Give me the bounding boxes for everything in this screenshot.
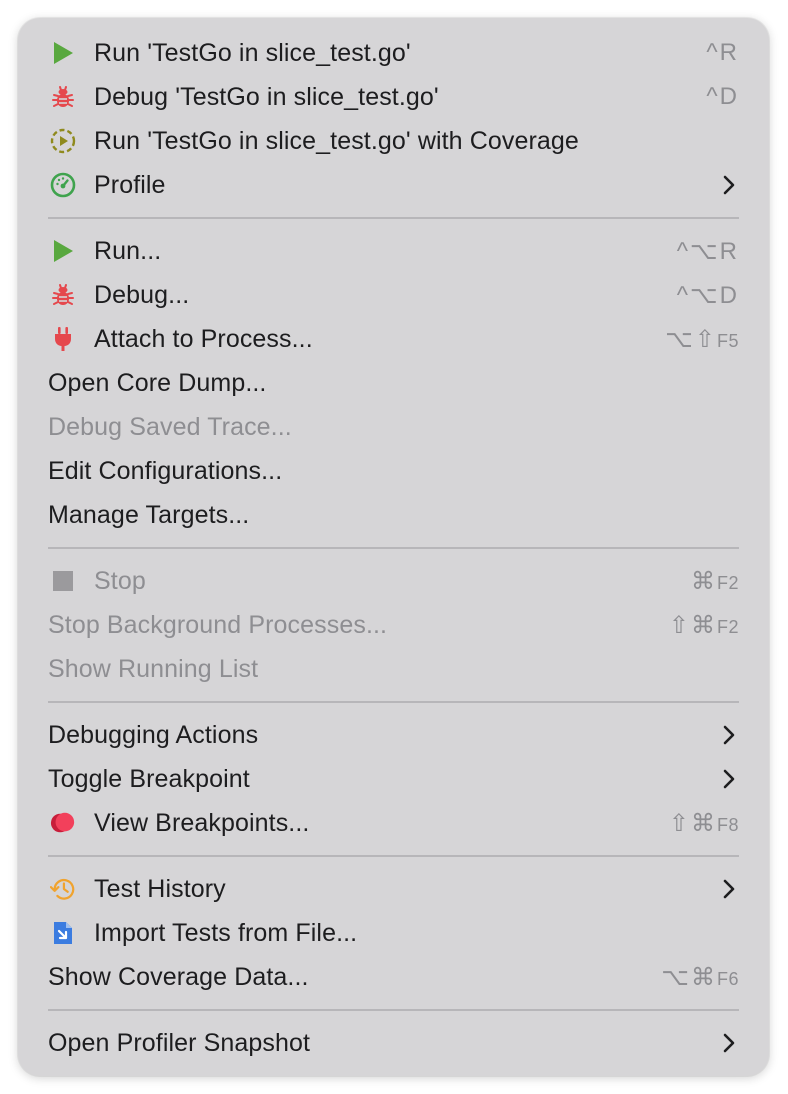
shortcut: ⌥⌘ F6	[661, 963, 739, 992]
menu-item-edit-configurations[interactable]: Edit Configurations...	[18, 449, 769, 493]
menu-item-label: Run 'TestGo in slice_test.go'	[94, 38, 411, 67]
breakpoint-icon	[50, 810, 76, 836]
menu-item-label: Show Running List	[48, 654, 259, 683]
shortcut-modifiers: ⇧⌘	[668, 611, 717, 639]
chevron-right-icon	[721, 173, 737, 197]
menu-item-view-breakpoints[interactable]: View Breakpoints... ⇧⌘ F8	[18, 801, 769, 845]
shortcut-key: F2	[716, 616, 739, 637]
separator	[48, 1009, 739, 1011]
shortcut: ⇧⌘ F2	[669, 611, 739, 640]
menu-item-label: Profile	[94, 170, 166, 199]
play-icon	[50, 238, 76, 264]
bug-icon	[50, 84, 76, 110]
shortcut: ^⌥R	[676, 237, 739, 265]
menu-item-label: Test History	[94, 874, 226, 903]
profiler-gauge-icon	[50, 172, 76, 198]
shortcut: ^D	[706, 83, 739, 110]
menu-item-profile[interactable]: Profile	[18, 163, 769, 207]
menu-item-label: Stop	[94, 566, 146, 595]
shortcut: ⌘ F2	[691, 567, 739, 596]
menu-item-label: Edit Configurations...	[48, 456, 283, 485]
menu-item-stop[interactable]: Stop ⌘ F2	[18, 559, 769, 603]
chevron-right-icon	[721, 723, 737, 747]
coverage-icon	[50, 128, 76, 154]
shortcut-modifiers: ⌥⌘	[661, 963, 717, 991]
menu-item-label: Debug 'TestGo in slice_test.go'	[94, 82, 439, 111]
menu-item-toggle-breakpoint[interactable]: Toggle Breakpoint	[18, 757, 769, 801]
shortcut-key: F5	[716, 330, 739, 351]
shortcut-modifiers: ⇧⌘	[668, 809, 717, 837]
menu-item-label: Show Coverage Data...	[48, 962, 309, 991]
menu-item-label: Run 'TestGo in slice_test.go' with Cover…	[94, 126, 579, 155]
shortcut-modifiers: ⌘	[690, 567, 717, 595]
menu-item-open-profiler-snapshot[interactable]: Open Profiler Snapshot	[18, 1021, 769, 1065]
menu-item-label: Run...	[94, 236, 162, 265]
menu-item-label: Debug...	[94, 280, 190, 309]
shortcut-modifiers: ⌥⇧	[665, 325, 717, 353]
menu-item-open-core-dump[interactable]: Open Core Dump...	[18, 361, 769, 405]
play-icon	[50, 40, 76, 66]
separator	[48, 701, 739, 703]
import-file-icon	[50, 920, 76, 946]
separator	[48, 855, 739, 857]
menu-item-debug-saved-trace[interactable]: Debug Saved Trace...	[18, 405, 769, 449]
menu-item-show-coverage-data[interactable]: Show Coverage Data... ⌥⌘ F6	[18, 955, 769, 999]
menu-item-manage-targets[interactable]: Manage Targets...	[18, 493, 769, 537]
menu-item-label: Attach to Process...	[94, 324, 313, 353]
shortcut: ^R	[706, 39, 739, 66]
shortcut: ⌥⇧ F5	[665, 325, 739, 354]
menu-item-label: Open Core Dump...	[48, 368, 267, 397]
shortcut-key: F6	[716, 968, 739, 989]
menu-item-stop-background-processes[interactable]: Stop Background Processes... ⇧⌘ F2	[18, 603, 769, 647]
menu-item-run[interactable]: Run... ^⌥R	[18, 229, 769, 273]
shortcut: ⇧⌘ F8	[669, 809, 739, 838]
menu-item-label: View Breakpoints...	[94, 808, 310, 837]
menu-item-label: Debug Saved Trace...	[48, 412, 292, 441]
bug-icon	[50, 282, 76, 308]
history-clock-icon	[50, 876, 76, 902]
menu-item-debugging-actions[interactable]: Debugging Actions	[18, 713, 769, 757]
menu-item-debug-testgo[interactable]: Debug 'TestGo in slice_test.go' ^D	[18, 75, 769, 119]
chevron-right-icon	[721, 1031, 737, 1055]
separator	[48, 217, 739, 219]
shortcut-key: F8	[716, 814, 739, 835]
plug-icon	[50, 326, 76, 352]
menu-item-attach-to-process[interactable]: Attach to Process... ⌥⇧ F5	[18, 317, 769, 361]
menu-item-label: Stop Background Processes...	[48, 610, 388, 639]
run-menu: Run 'TestGo in slice_test.go' ^R Debug '…	[18, 18, 769, 1076]
shortcut-key: F2	[716, 572, 739, 593]
chevron-right-icon	[721, 767, 737, 791]
menu-item-run-with-coverage[interactable]: Run 'TestGo in slice_test.go' with Cover…	[18, 119, 769, 163]
menu-item-label: Open Profiler Snapshot	[48, 1028, 311, 1057]
menu-item-label: Debugging Actions	[48, 720, 259, 749]
chevron-right-icon	[721, 877, 737, 901]
stop-square-icon	[50, 568, 76, 594]
menu-item-show-running-list[interactable]: Show Running List	[18, 647, 769, 691]
menu-item-run-testgo[interactable]: Run 'TestGo in slice_test.go' ^R	[18, 31, 769, 75]
menu-item-import-tests-from-file[interactable]: Import Tests from File...	[18, 911, 769, 955]
separator	[48, 547, 739, 549]
menu-item-label: Import Tests from File...	[94, 918, 358, 947]
menu-item-label: Toggle Breakpoint	[48, 764, 250, 793]
shortcut: ^⌥D	[676, 281, 739, 309]
menu-item-label: Manage Targets...	[48, 500, 250, 529]
menu-item-debug[interactable]: Debug... ^⌥D	[18, 273, 769, 317]
menu-item-test-history[interactable]: Test History	[18, 867, 769, 911]
